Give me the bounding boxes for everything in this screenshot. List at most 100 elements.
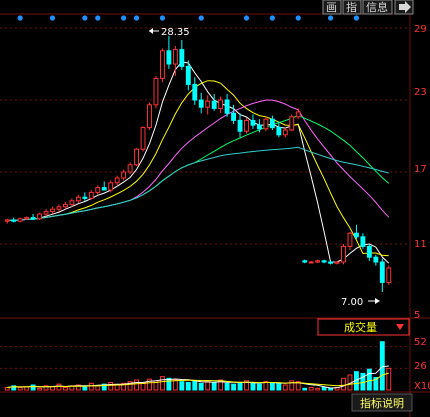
candle-body[interactable] — [315, 260, 321, 263]
event-marker[interactable] — [353, 15, 360, 21]
candle-body[interactable] — [192, 83, 198, 101]
candle-body[interactable] — [50, 208, 55, 213]
volume-bar[interactable] — [198, 382, 204, 391]
next-button[interactable] — [394, 0, 414, 15]
candle-body[interactable] — [218, 99, 224, 109]
volume-bar[interactable] — [114, 384, 120, 391]
event-marker[interactable] — [243, 15, 250, 21]
event-marker[interactable] — [133, 15, 140, 21]
volume-bar[interactable] — [166, 377, 172, 391]
candle-body[interactable] — [43, 211, 49, 215]
candle-body[interactable] — [75, 196, 81, 202]
candle-body[interactable] — [159, 50, 165, 79]
volume-indicator-selector[interactable]: 成交量 — [317, 318, 410, 336]
volume-bar[interactable] — [179, 381, 185, 391]
candle-body[interactable] — [185, 65, 191, 85]
candle-body[interactable] — [30, 217, 36, 220]
volume-bar[interactable] — [134, 379, 140, 391]
volume-bar[interactable] — [282, 384, 288, 391]
candle-body[interactable] — [147, 104, 152, 129]
candle-body[interactable] — [179, 49, 185, 67]
candle-body[interactable] — [69, 200, 75, 205]
candle-body[interactable] — [302, 260, 308, 263]
candle-body[interactable] — [211, 100, 217, 109]
candle-body[interactable] — [95, 187, 101, 193]
candle-body[interactable] — [134, 148, 140, 166]
candle-body[interactable] — [153, 77, 159, 106]
candle-body[interactable] — [295, 111, 301, 118]
volume-bar[interactable] — [315, 387, 321, 391]
candle-body[interactable] — [244, 119, 249, 132]
candle-body[interactable] — [379, 261, 385, 283]
candle-body[interactable] — [360, 236, 366, 247]
volume-bar[interactable] — [328, 387, 334, 391]
candle-body[interactable] — [334, 261, 340, 264]
candle-body[interactable] — [263, 118, 269, 130]
event-marker[interactable] — [295, 15, 301, 21]
candle-body[interactable] — [224, 99, 230, 114]
candle-body[interactable] — [328, 261, 334, 264]
volume-bar[interactable] — [17, 387, 23, 391]
volume-bar[interactable] — [95, 385, 101, 391]
candle-body[interactable] — [11, 219, 17, 222]
candle-body[interactable] — [386, 267, 392, 283]
candle-body[interactable] — [62, 203, 68, 208]
event-marker[interactable] — [121, 15, 127, 21]
volume-bar[interactable] — [82, 386, 88, 391]
event-marker[interactable] — [49, 15, 56, 21]
candle-body[interactable] — [353, 232, 359, 238]
draw-button[interactable]: 画 — [322, 0, 342, 15]
candle-body[interactable] — [172, 49, 178, 65]
event-marker[interactable] — [82, 15, 88, 21]
volume-bar[interactable] — [172, 379, 178, 391]
candle-body[interactable] — [17, 218, 23, 222]
volume-bar[interactable] — [56, 383, 62, 391]
candle-body[interactable] — [256, 124, 262, 130]
candle-body[interactable] — [269, 118, 275, 129]
volume-bar[interactable] — [205, 381, 211, 391]
candle-body[interactable] — [88, 191, 94, 199]
candle-body[interactable] — [121, 171, 127, 179]
indicator-button[interactable]: 指 — [342, 0, 362, 15]
volume-bar[interactable] — [237, 382, 243, 391]
volume-bar[interactable] — [231, 383, 237, 391]
candle-body[interactable] — [24, 217, 30, 220]
event-marker[interactable] — [269, 15, 275, 21]
volume-bar[interactable] — [4, 387, 10, 391]
candle-body[interactable] — [289, 116, 295, 131]
volume-bar[interactable] — [159, 376, 165, 391]
volume-bar[interactable] — [321, 387, 327, 391]
volume-bar[interactable] — [224, 382, 230, 391]
candle-body[interactable] — [250, 119, 256, 126]
candle-body[interactable] — [140, 127, 146, 150]
price-candles[interactable] — [4, 35, 392, 292]
candle-body[interactable] — [308, 261, 314, 264]
info-button[interactable]: 信息 — [362, 0, 393, 15]
candle-body[interactable] — [366, 245, 372, 258]
volume-bar[interactable] — [360, 372, 366, 391]
volume-bar[interactable] — [366, 368, 372, 391]
volume-bar[interactable] — [62, 387, 68, 391]
candle-body[interactable] — [237, 119, 243, 132]
volume-bar[interactable] — [30, 384, 36, 391]
volume-bar[interactable] — [250, 382, 256, 391]
candle-body[interactable] — [347, 232, 353, 247]
event-marker[interactable] — [327, 15, 334, 21]
volume-bar[interactable] — [37, 387, 43, 391]
candle-body[interactable] — [101, 187, 107, 191]
event-marker[interactable] — [159, 15, 166, 21]
candle-body[interactable] — [114, 177, 120, 184]
candle-body[interactable] — [282, 129, 288, 136]
volume-bar[interactable] — [386, 367, 392, 391]
volume-bar[interactable] — [308, 387, 314, 391]
candle-body[interactable] — [231, 112, 237, 121]
candle-body[interactable] — [321, 260, 327, 263]
indicator-help-button[interactable]: 指标说明 — [351, 393, 413, 412]
candle-body[interactable] — [127, 164, 133, 173]
event-marker[interactable] — [95, 15, 101, 21]
volume-bar[interactable] — [108, 382, 114, 391]
candle-body[interactable] — [373, 256, 379, 263]
candle-body[interactable] — [108, 182, 114, 191]
candle-body[interactable] — [276, 127, 282, 136]
volume-bar[interactable] — [302, 387, 308, 391]
